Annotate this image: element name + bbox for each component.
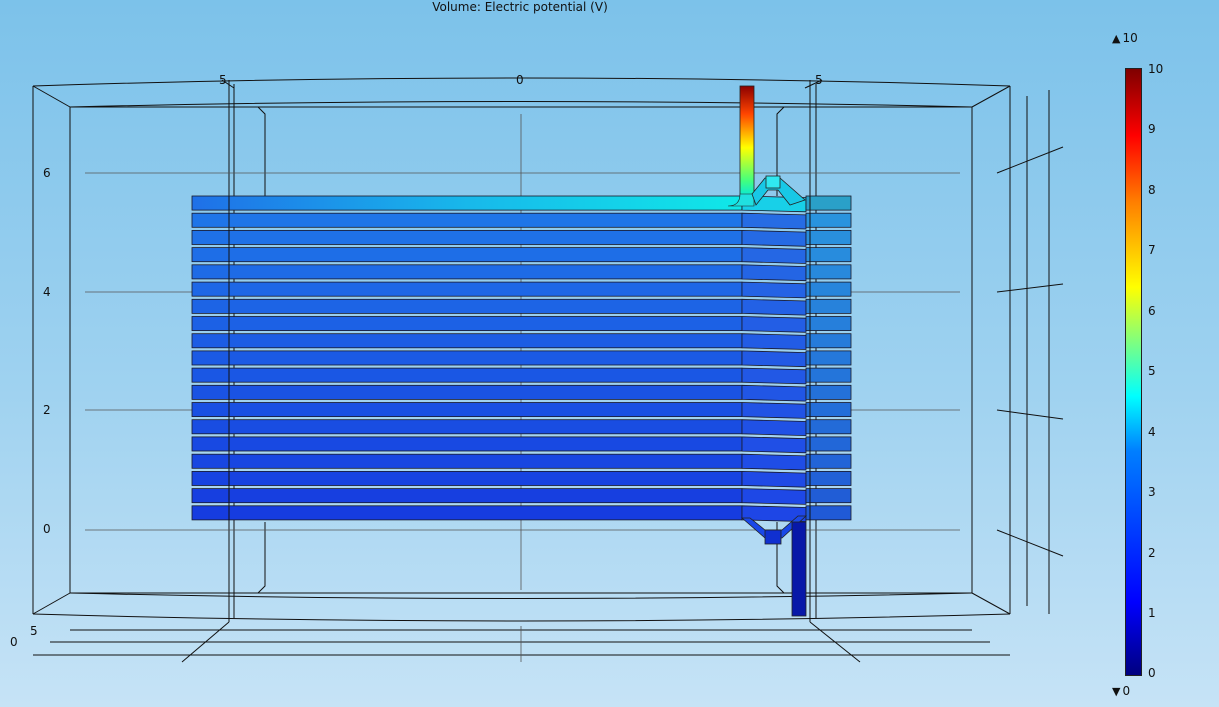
colorbar-label: 1: [1148, 606, 1156, 620]
coil-crossover: [741, 470, 807, 488]
coil-crossover: [741, 436, 807, 454]
coil-turn: [191, 453, 743, 469]
coil-turn: [191, 505, 743, 521]
coil-turn: [191, 367, 743, 383]
x-tick-label: 5: [815, 73, 823, 87]
x-tick-label: 5: [219, 73, 227, 87]
coil-turn: [191, 316, 743, 332]
bottom-lead: [740, 515, 808, 617]
coil-turn: [191, 281, 743, 297]
min-arrow-icon: ▼: [1112, 685, 1121, 698]
colorbar-max: ▲ 10: [1112, 31, 1138, 45]
max-arrow-icon: ▲: [1112, 32, 1121, 45]
coil-crossover: [741, 367, 807, 385]
coil-turn: [191, 298, 743, 314]
coil-crossover: [741, 281, 807, 299]
colorbar-min: ▼ 0: [1112, 684, 1131, 698]
coil-turn-end: [805, 402, 852, 418]
colorbar-label: 0: [1148, 666, 1156, 680]
z-tick-label: 5: [30, 624, 38, 638]
x-tick-label: 0: [516, 73, 524, 87]
coil-turn: [191, 195, 743, 211]
coil-turn: [191, 229, 743, 245]
coil-turn-end: [805, 212, 852, 228]
colorbar-label: 10: [1148, 62, 1164, 76]
coil-turn-end: [805, 470, 852, 486]
coil-turn-end: [805, 505, 852, 521]
coil-turn-end: [805, 436, 852, 452]
coil-turn: [191, 350, 743, 366]
coil-crossover: [741, 212, 807, 230]
coil-crossover: [741, 384, 807, 402]
coil-turns: [191, 195, 852, 523]
coil-turn-end: [805, 264, 852, 280]
colorbar: [1125, 68, 1142, 676]
colorbar-label: 8: [1148, 183, 1156, 197]
coil-turn: [191, 384, 743, 400]
z-tick-label: 0: [10, 635, 18, 649]
coil-turn-end: [805, 453, 852, 469]
coil-crossover: [741, 298, 807, 316]
coil-crossover: [741, 316, 807, 333]
coil-turn-end: [805, 384, 852, 400]
coil-crossover: [741, 453, 807, 471]
graphics-viewport[interactable]: Volume: Electric potential (V) 5 0 5 6 4…: [0, 0, 1219, 707]
colorbar-label: 4: [1148, 425, 1156, 439]
coil-crossover: [741, 350, 807, 368]
coil-crossover: [741, 402, 807, 419]
coil-turn: [191, 436, 743, 452]
coil-turn: [191, 488, 743, 504]
colorbar-label: 7: [1148, 243, 1156, 257]
coil-crossover: [741, 419, 807, 437]
coil-turn-end: [805, 281, 852, 297]
coil-crossover: [741, 264, 807, 282]
y-tick-label: 0: [43, 522, 51, 536]
coil-turn-end: [805, 488, 852, 504]
coil-turn: [191, 212, 743, 228]
coil-3d-scene: [32, 77, 1064, 663]
colorbar-label: 9: [1148, 122, 1156, 136]
coil-crossover: [741, 488, 807, 505]
coil-turn: [191, 264, 743, 280]
coil-turn: [191, 419, 743, 435]
coil-turn-end: [805, 367, 852, 383]
coil-turn-end: [805, 350, 852, 366]
colorbar-label: 2: [1148, 546, 1156, 560]
coil-turn-end: [805, 298, 852, 314]
coil-turn: [191, 333, 743, 349]
coil-turn-end: [805, 419, 852, 435]
y-tick-label: 2: [43, 403, 51, 417]
colorbar-label: 3: [1148, 485, 1156, 499]
coil-turn: [191, 470, 743, 486]
coil-crossover: [741, 229, 807, 247]
coil-crossover: [741, 333, 807, 350]
y-tick-label: 4: [43, 285, 51, 299]
coil-crossover: [741, 247, 807, 264]
coil-turn: [191, 247, 743, 263]
colorbar-label: 5: [1148, 364, 1156, 378]
coil-turn-end: [805, 229, 852, 245]
y-tick-label: 6: [43, 166, 51, 180]
coil-turn-end: [805, 247, 852, 263]
coil-turn-end: [805, 333, 852, 349]
coil-turn-end: [805, 316, 852, 332]
colorbar-label: 6: [1148, 304, 1156, 318]
coil-turn: [191, 402, 743, 418]
plot-title: Volume: Electric potential (V): [432, 0, 608, 14]
coil-turn-end: [805, 195, 852, 211]
